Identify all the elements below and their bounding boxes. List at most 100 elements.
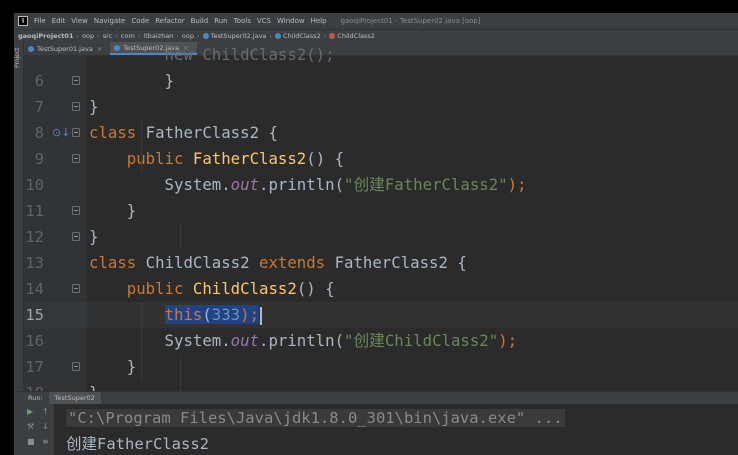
intellij-logo-icon[interactable]: IJ (18, 16, 28, 26)
breadcrumb-separator: › (269, 32, 273, 40)
code-line[interactable]: 11 } (24, 198, 738, 224)
code-token: System. (89, 175, 231, 194)
line-number: 14 (25, 280, 44, 298)
code-token: class (89, 253, 137, 272)
code-editor[interactable]: new ChildClass2(); 6 } 7} 8 ⊙↓ class FatherC… (24, 45, 738, 406)
code-token: } (89, 357, 137, 376)
code-token: ); (507, 175, 527, 194)
breadcrumb-class[interactable]: ChildClass2 (275, 32, 321, 40)
menu-vcs[interactable]: VCS (257, 17, 271, 25)
run-tab-testsuper02[interactable]: TestSuper02 (48, 392, 101, 404)
code-token: ); (240, 305, 260, 324)
menu-help[interactable]: Help (311, 17, 327, 25)
code-line[interactable]: 14 public ChildClass2() { (24, 276, 738, 302)
fold-marker-icon[interactable] (72, 284, 80, 293)
code-token: this (164, 305, 203, 324)
breadcrumb-file[interactable]: TestSuper02.java (202, 32, 266, 40)
fold-marker-icon[interactable] (72, 232, 80, 241)
menu-navigate[interactable]: Navigate (94, 17, 125, 25)
code-line-text: } (89, 70, 174, 92)
fold-marker-icon[interactable] (72, 76, 80, 85)
code-line-partial: new ChildClass2(); (24, 42, 738, 68)
breadcrumb-project[interactable]: gaoqiProject01 (18, 32, 73, 40)
indent-guide (180, 224, 181, 248)
fold-marker-icon[interactable] (72, 206, 80, 215)
menu-edit[interactable]: Edit (52, 17, 66, 25)
code-token: () { (296, 279, 335, 298)
line-number: 9 (34, 150, 44, 168)
code-line[interactable]: 9 public FatherClass2() { (24, 146, 738, 172)
breadcrumb-package-com[interactable]: com (121, 32, 135, 40)
code-line[interactable]: 10 System.out.println("创建FatherClass2"); (24, 172, 738, 198)
code-token: .println( (259, 331, 345, 350)
console-output[interactable]: "C:\Program Files\Java\jdk1.8.0_301\bin\… (66, 405, 565, 455)
code-line[interactable]: 13 class ChildClass2 extends FatherClass2… (24, 250, 738, 276)
fold-marker-icon[interactable] (72, 154, 80, 163)
code-line[interactable]: 15 this(333); (24, 302, 738, 328)
menu-tools[interactable]: Tools (234, 17, 251, 25)
project-tool-button[interactable]: Project (14, 47, 23, 69)
line-number: 17 (25, 358, 44, 376)
code-token: out (230, 175, 260, 194)
breadcrumb-separator: › (137, 32, 141, 40)
up-arrow-icon[interactable]: ↑ (42, 407, 49, 416)
wrench-icon[interactable]: ⚒ (27, 422, 34, 431)
code-token: ChildClass2 (136, 253, 260, 272)
rerun-icon[interactable]: ▶ (27, 407, 33, 416)
menu-file[interactable]: File (34, 17, 46, 25)
console-command-line: "C:\Program Files\Java\jdk1.8.0_301\bin\… (66, 409, 565, 427)
menu-window[interactable]: Window (277, 17, 305, 25)
code-line-text: public ChildClass2() { (89, 278, 335, 300)
fold-marker-icon[interactable] (72, 362, 80, 371)
breadcrumb-separator: › (115, 32, 118, 40)
indent-guide (141, 302, 142, 380)
code-line-text: class FatherClass2 { (89, 122, 278, 144)
code-token: extends (259, 253, 326, 272)
breadcrumb-package-oop[interactable]: oop (182, 32, 194, 40)
line-number: 15 (25, 306, 44, 324)
breadcrumb-src[interactable]: src (103, 32, 113, 40)
code-token: } (164, 71, 175, 90)
method-icon (329, 33, 336, 39)
code-token: "创建FatherClass2" (344, 175, 508, 194)
menu-refactor[interactable]: Refactor (155, 17, 184, 25)
code-line[interactable]: 17 } (24, 354, 738, 380)
code-line-text: } (89, 226, 98, 248)
fold-marker-icon[interactable] (72, 102, 80, 111)
override-marker-icon[interactable]: ⊙↓ (52, 126, 70, 139)
breadcrumb-method-label: ChildClass2 (337, 32, 375, 40)
code-token: .println( (259, 175, 345, 194)
code-token: public (126, 279, 184, 298)
code-line[interactable]: 7} (24, 94, 738, 120)
menu-build[interactable]: Build (191, 17, 209, 25)
stop-icon[interactable]: ■ (27, 437, 35, 446)
line-number: 8 (34, 124, 44, 142)
code-line[interactable]: 6 } (24, 68, 738, 94)
java-file-icon (202, 33, 209, 39)
code-line-text: class ChildClass2 extends FatherClass2 { (89, 252, 467, 274)
menu-code[interactable]: Code (131, 17, 149, 25)
menu-run[interactable]: Run (214, 17, 227, 25)
code-line[interactable]: 12} (24, 224, 738, 250)
breadcrumb-separator: › (176, 32, 179, 40)
breadcrumb-package-itbaizhan[interactable]: itbaizhan (143, 32, 173, 40)
line-number: 16 (25, 332, 44, 350)
line-number: 7 (34, 98, 44, 116)
down-arrow-icon[interactable]: ↓ (42, 422, 49, 431)
line-number: 11 (25, 202, 44, 220)
code-line[interactable]: 8 ⊙↓ class FatherClass2 { (24, 120, 738, 146)
menu-view[interactable]: View (71, 17, 88, 25)
code-token: public (126, 149, 184, 168)
breadcrumb-method[interactable]: ChildClass2 (329, 32, 375, 40)
code-token: class (89, 123, 137, 142)
breadcrumb-module[interactable]: oop (82, 32, 94, 40)
fold-marker-icon[interactable] (72, 128, 80, 137)
code-line[interactable]: 16 System.out.println("创建ChildClass2"); (24, 328, 738, 354)
soft-wrap-icon[interactable]: ≡ (42, 437, 49, 446)
class-icon (275, 33, 282, 39)
code-line-text: new ChildClass2(); (89, 45, 335, 64)
